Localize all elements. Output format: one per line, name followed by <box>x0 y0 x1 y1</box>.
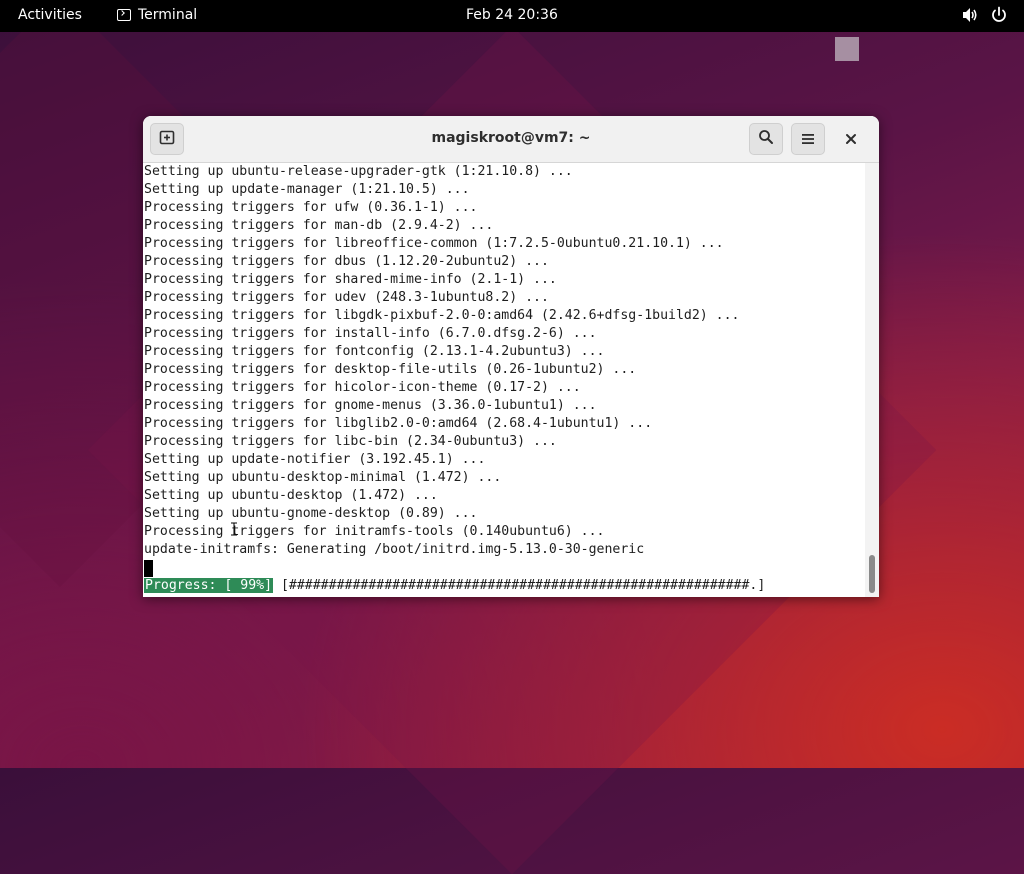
activities-button[interactable]: Activities <box>18 7 82 23</box>
terminal-line: Processing triggers for libglib2.0-0:amd… <box>144 416 653 431</box>
terminal-line: Setting up ubuntu-desktop (1.472) ... <box>144 488 438 503</box>
terminal-line: Processing triggers for gnome-menus (3.3… <box>144 398 597 413</box>
terminal-line: Processing triggers for libreoffice-comm… <box>144 236 724 251</box>
cursor-line <box>143 559 865 577</box>
app-menu-label: Terminal <box>138 7 198 23</box>
desktop-icon[interactable] <box>835 37 859 61</box>
terminal-scrollbar[interactable] <box>865 163 879 597</box>
progress-line: Progress: [ 99%] [######################… <box>143 577 865 595</box>
menu-button[interactable] <box>791 123 825 155</box>
terminal-line: Setting up ubuntu-desktop-minimal (1.472… <box>144 470 502 485</box>
terminal-line: Processing triggers for shared-mime-info… <box>144 272 557 287</box>
close-button[interactable] <box>840 128 862 150</box>
progress-bar-text: [#######################################… <box>273 578 766 593</box>
terminal-line: Setting up ubuntu-release-upgrader-gtk (… <box>144 164 573 179</box>
terminal-cursor <box>144 560 153 577</box>
terminal-line: Processing triggers for install-info (6.… <box>144 326 597 341</box>
terminal-line: Processing triggers for udev (248.3-1ubu… <box>144 290 549 305</box>
terminal-line: Setting up update-notifier (3.192.45.1) … <box>144 452 486 467</box>
progress-label: Progress: [ 99%] <box>144 578 274 593</box>
terminal-line: Processing triggers for libc-bin (2.34-0… <box>144 434 557 449</box>
app-menu-button[interactable]: Terminal <box>117 7 197 23</box>
close-icon <box>845 130 857 149</box>
terminal-line: Processing triggers for hicolor-icon-the… <box>144 380 581 395</box>
scrollbar-thumb[interactable] <box>869 555 875 593</box>
power-icon[interactable] <box>990 5 1008 25</box>
terminal-line: Processing triggers for desktop-file-uti… <box>144 362 637 377</box>
terminal-line: Setting up ubuntu-gnome-desktop (0.89) .… <box>144 506 478 521</box>
search-icon <box>758 129 774 149</box>
terminal-line: Processing triggers for dbus (1.12.20-2u… <box>144 254 549 269</box>
clock-button[interactable]: Feb 24 20:36 <box>466 7 558 23</box>
terminal-line: Processing triggers for ufw (0.36.1-1) .… <box>144 200 478 215</box>
window-titlebar[interactable]: magiskroot@vm7: ~ <box>143 116 879 163</box>
terminal-line: Processing triggers for initramfs-tools … <box>144 524 605 539</box>
terminal-icon <box>117 9 131 21</box>
terminal-line: Processing triggers for libgdk-pixbuf-2.… <box>144 308 740 323</box>
hamburger-menu-icon <box>801 130 815 149</box>
terminal-line: update-initramfs: Generating /boot/initr… <box>144 542 645 557</box>
text-cursor-icon <box>230 522 238 536</box>
volume-icon[interactable] <box>961 5 979 25</box>
terminal-line: Processing triggers for fontconfig (2.13… <box>144 344 605 359</box>
top-bar: Activities Terminal Feb 24 20:36 <box>0 0 1024 32</box>
terminal-output[interactable]: Setting up ubuntu-release-upgrader-gtk (… <box>143 163 865 597</box>
terminal-line: Setting up update-manager (1:21.10.5) ..… <box>144 182 470 197</box>
terminal-line: Processing triggers for man-db (2.9.4-2)… <box>144 218 494 233</box>
search-button[interactable] <box>749 123 783 155</box>
terminal-window: magiskroot@vm7: ~ Setting up ubuntu-rele… <box>143 116 879 597</box>
